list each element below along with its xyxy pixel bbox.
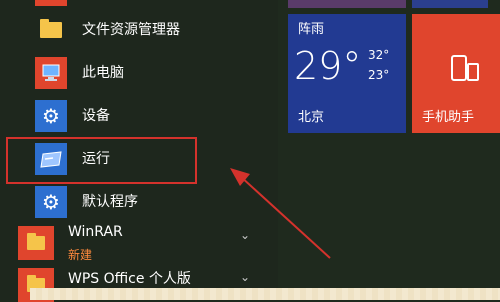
start-item-devices[interactable]: ⚙ 设备 — [0, 98, 270, 134]
bottom-strip — [30, 288, 500, 300]
start-item-file-explorer[interactable]: 文件资源管理器 — [0, 12, 270, 48]
weather-tile[interactable]: 阵雨 29° 32° 23° 北京 — [288, 14, 406, 133]
chevron-down-icon[interactable]: ⌄ — [240, 270, 250, 284]
tile-partial-top — [288, 0, 406, 8]
tile-partial-top — [412, 0, 488, 8]
weather-high: 32° — [368, 48, 390, 62]
chevron-down-icon[interactable]: ⌄ — [240, 228, 250, 242]
run-highlight-box — [6, 137, 197, 184]
computer-icon — [35, 57, 67, 89]
start-item-this-pc[interactable]: 此电脑 — [0, 55, 270, 91]
folder-icon — [18, 226, 54, 260]
start-item-label: 文件资源管理器 — [82, 22, 180, 38]
start-item-label: 设备 — [82, 108, 110, 124]
list-item-partial — [0, 0, 270, 8]
phone-icon — [450, 54, 480, 86]
phone-assistant-tile[interactable]: 手机助手 — [412, 14, 500, 133]
gear-icon: ⚙ — [35, 186, 67, 218]
start-item-label: 此电脑 — [82, 65, 124, 81]
start-item-default-programs[interactable]: ⚙ 默认程序 — [0, 184, 270, 220]
weather-low: 23° — [368, 68, 390, 82]
group-title: WinRAR — [68, 224, 123, 240]
weather-temperature: 29° — [294, 44, 362, 88]
phone-assistant-label: 手机助手 — [422, 110, 475, 125]
folder-icon — [35, 0, 67, 6]
gear-icon: ⚙ — [35, 100, 67, 132]
weather-condition: 阵雨 — [298, 22, 325, 37]
group-title: WPS Office 个人版 — [68, 271, 191, 287]
start-group-winrar[interactable]: WinRAR 新建 ⌄ — [18, 222, 268, 264]
tiles-area: 阵雨 29° 32° 23° 北京 手机助手 — [278, 0, 500, 300]
folder-icon — [35, 14, 67, 46]
start-menu-list: 文件资源管理器 此电脑 ⚙ 设备 运行 ⚙ 默认程序 WinRAR 新建 ⌄ W… — [0, 0, 278, 302]
weather-city: 北京 — [298, 110, 325, 125]
group-new-badge: 新建 — [68, 248, 93, 262]
start-item-label: 默认程序 — [82, 194, 138, 210]
